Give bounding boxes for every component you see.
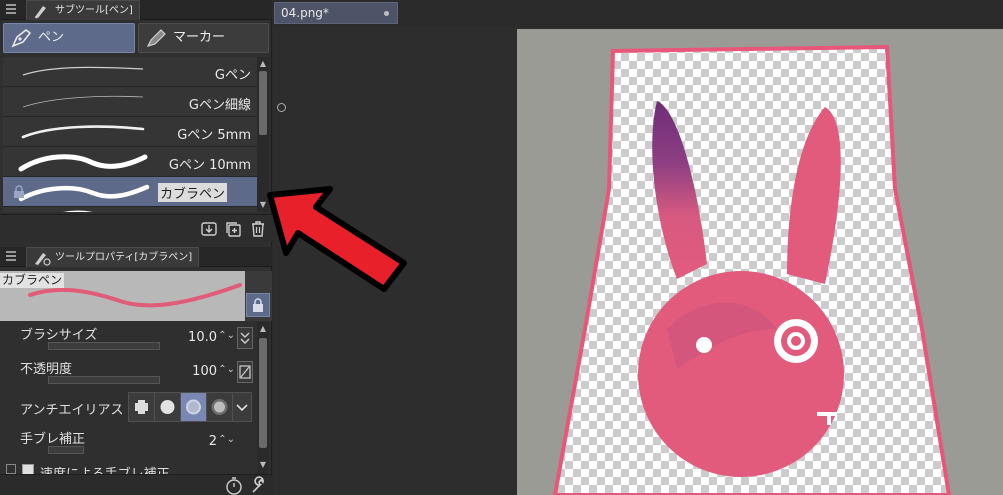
antialias-dropdown-button[interactable]: [232, 392, 252, 422]
pen-nib-icon: [11, 28, 32, 48]
scroll-down-icon[interactable]: ▼: [258, 460, 268, 470]
opacity-slider[interactable]: [48, 376, 160, 384]
opacity-pressure-button[interactable]: [237, 361, 253, 383]
property-footer: [0, 474, 272, 495]
antialias-weak-option[interactable]: [154, 392, 181, 422]
document-tab-title: 04.png*: [281, 6, 329, 20]
stroke-preview-icon: [18, 154, 148, 172]
panel-menu-icon[interactable]: [6, 4, 16, 14]
stroke-preview-icon: [18, 184, 150, 202]
brush-item-partial[interactable]: [3, 207, 257, 212]
marker-icon: [146, 29, 166, 47]
lock-icon: [14, 185, 24, 198]
subtool-tab-title: サブツール[ペン]: [55, 5, 133, 16]
brush-preview: カブラペン: [0, 271, 272, 321]
subtool-tab[interactable]: サブツール[ペン]: [26, 0, 140, 20]
scroll-thumb[interactable]: [259, 71, 267, 135]
speed-stabilization-checkbox[interactable]: [22, 464, 34, 474]
brush-name: Gペン: [214, 68, 251, 83]
speed-stabilization-label: 速度による手ブレ補正: [40, 463, 170, 474]
stabilization-label: 手ブレ補正: [20, 432, 86, 447]
stabilization-spinner-icon[interactable]: ⌃⌄: [218, 434, 235, 445]
brush-size-value[interactable]: 10.0: [188, 330, 217, 345]
scroll-up-icon[interactable]: ▲: [258, 59, 268, 69]
double-chevron-down-icon: [240, 332, 250, 344]
stabilization-value[interactable]: 2: [209, 434, 217, 449]
group-pen-button[interactable]: ペン: [3, 23, 135, 53]
tool-property-tab-row: ツールプロパティ[カブラペン]: [0, 247, 272, 267]
duplicate-icon[interactable]: [224, 220, 242, 238]
brush-size-label: ブラシサイズ: [20, 328, 98, 343]
brush-item-g-pen[interactable]: Gペン: [3, 57, 257, 87]
preview-lock-button[interactable]: [246, 293, 270, 317]
rabbit-illustration: [552, 44, 952, 495]
panel-menu-icon[interactable]: [6, 251, 16, 261]
timer-icon[interactable]: [224, 476, 244, 495]
soft-circle-icon: [186, 399, 201, 415]
pen-tool-icon: [34, 6, 46, 19]
antialias-label: アンチエイリアス: [20, 403, 124, 418]
scroll-up-icon[interactable]: ▲: [258, 324, 268, 334]
download-icon[interactable]: [200, 220, 218, 238]
pixel-circle-icon: [135, 400, 148, 414]
red-arrow-annotation: [267, 186, 407, 292]
group-pen-label: ペン: [38, 30, 65, 45]
brush-name: Gペン 5mm: [177, 128, 251, 143]
brush-item-g-pen-10mm[interactable]: Gペン 10mm: [3, 147, 257, 177]
antialias-medium-option[interactable]: [180, 392, 207, 422]
stroke-preview-icon: [22, 66, 144, 76]
tool-property-icon: [35, 253, 51, 266]
opacity-label: 不透明度: [20, 362, 73, 377]
wrench-icon[interactable]: [249, 476, 269, 495]
no-pressure-icon: [239, 365, 251, 379]
group-marker-button[interactable]: マーカー: [138, 23, 269, 53]
stabilization-slider[interactable]: [48, 446, 84, 454]
brush-cursor-icon: [277, 103, 286, 112]
brush-item-g-pen-5mm[interactable]: Gペン 5mm: [3, 117, 257, 147]
document-tab[interactable]: 04.png*: [274, 2, 398, 24]
tool-property-tab-title: ツールプロパティ[カブラペン]: [55, 252, 193, 263]
rabbit-head: [638, 271, 844, 477]
property-scrollbar[interactable]: ▲ ▼: [257, 322, 269, 474]
brush-size-pressure-button[interactable]: [237, 327, 253, 349]
opacity-row: 不透明度 100 ⌃⌄: [0, 356, 255, 390]
clip-studio-window: サブツール[ペン] ペン マーカー Gペン Gペン細線 Gペン 5mm Gペン …: [0, 0, 1003, 495]
brush-list: Gペン Gペン細線 Gペン 5mm Gペン 10mm カブラペン: [3, 57, 257, 212]
antialias-strong-option[interactable]: [206, 392, 233, 422]
stroke-preview-icon: [21, 125, 145, 139]
brush-size-row: ブラシサイズ 10.0 ⌃⌄: [0, 322, 255, 356]
brush-item-g-pen-fine[interactable]: Gペン細線: [3, 87, 257, 117]
blurred-circle-icon: [211, 399, 228, 415]
close-dot-icon[interactable]: [384, 11, 389, 16]
brush-name: カブラペン: [157, 183, 227, 202]
opacity-spinner-icon[interactable]: ⌃⌄: [218, 364, 235, 375]
lock-icon: [253, 298, 263, 312]
left-dock: サブツール[ペン] ペン マーカー Gペン Gペン細線 Gペン 5mm Gペン …: [0, 0, 272, 495]
opacity-value[interactable]: 100: [192, 364, 217, 379]
tool-property-tab[interactable]: ツールプロパティ[カブラペン]: [26, 247, 200, 267]
stroke-preview-icon: [62, 210, 94, 212]
speed-stabilization-row: 速度による手ブレ補正: [0, 460, 255, 474]
brush-size-spinner-icon[interactable]: ⌃⌄: [218, 330, 235, 341]
group-marker-label: マーカー: [173, 30, 226, 45]
chevron-down-icon: [236, 404, 248, 412]
brush-name: Gペン 10mm: [168, 158, 251, 173]
canvas-paper[interactable]: [517, 29, 1003, 495]
circle-icon: [160, 400, 175, 414]
stabilization-row: 手ブレ補正 2 ⌃⌄: [0, 426, 255, 460]
brush-preview-label: カブラペン: [0, 273, 65, 288]
brush-item-kabura-pen[interactable]: カブラペン: [3, 177, 257, 207]
expand-toggle[interactable]: [6, 464, 16, 474]
brush-size-slider[interactable]: [48, 342, 160, 350]
scroll-thumb[interactable]: [259, 338, 267, 448]
subtool-tab-row: サブツール[ペン]: [0, 0, 272, 20]
brush-list-footer: [0, 214, 272, 242]
stroke-preview-icon: [22, 95, 144, 108]
antialias-none-option[interactable]: [128, 392, 155, 422]
rabbit-left-eye: [696, 337, 712, 353]
brush-name: Gペン細線: [188, 98, 251, 113]
